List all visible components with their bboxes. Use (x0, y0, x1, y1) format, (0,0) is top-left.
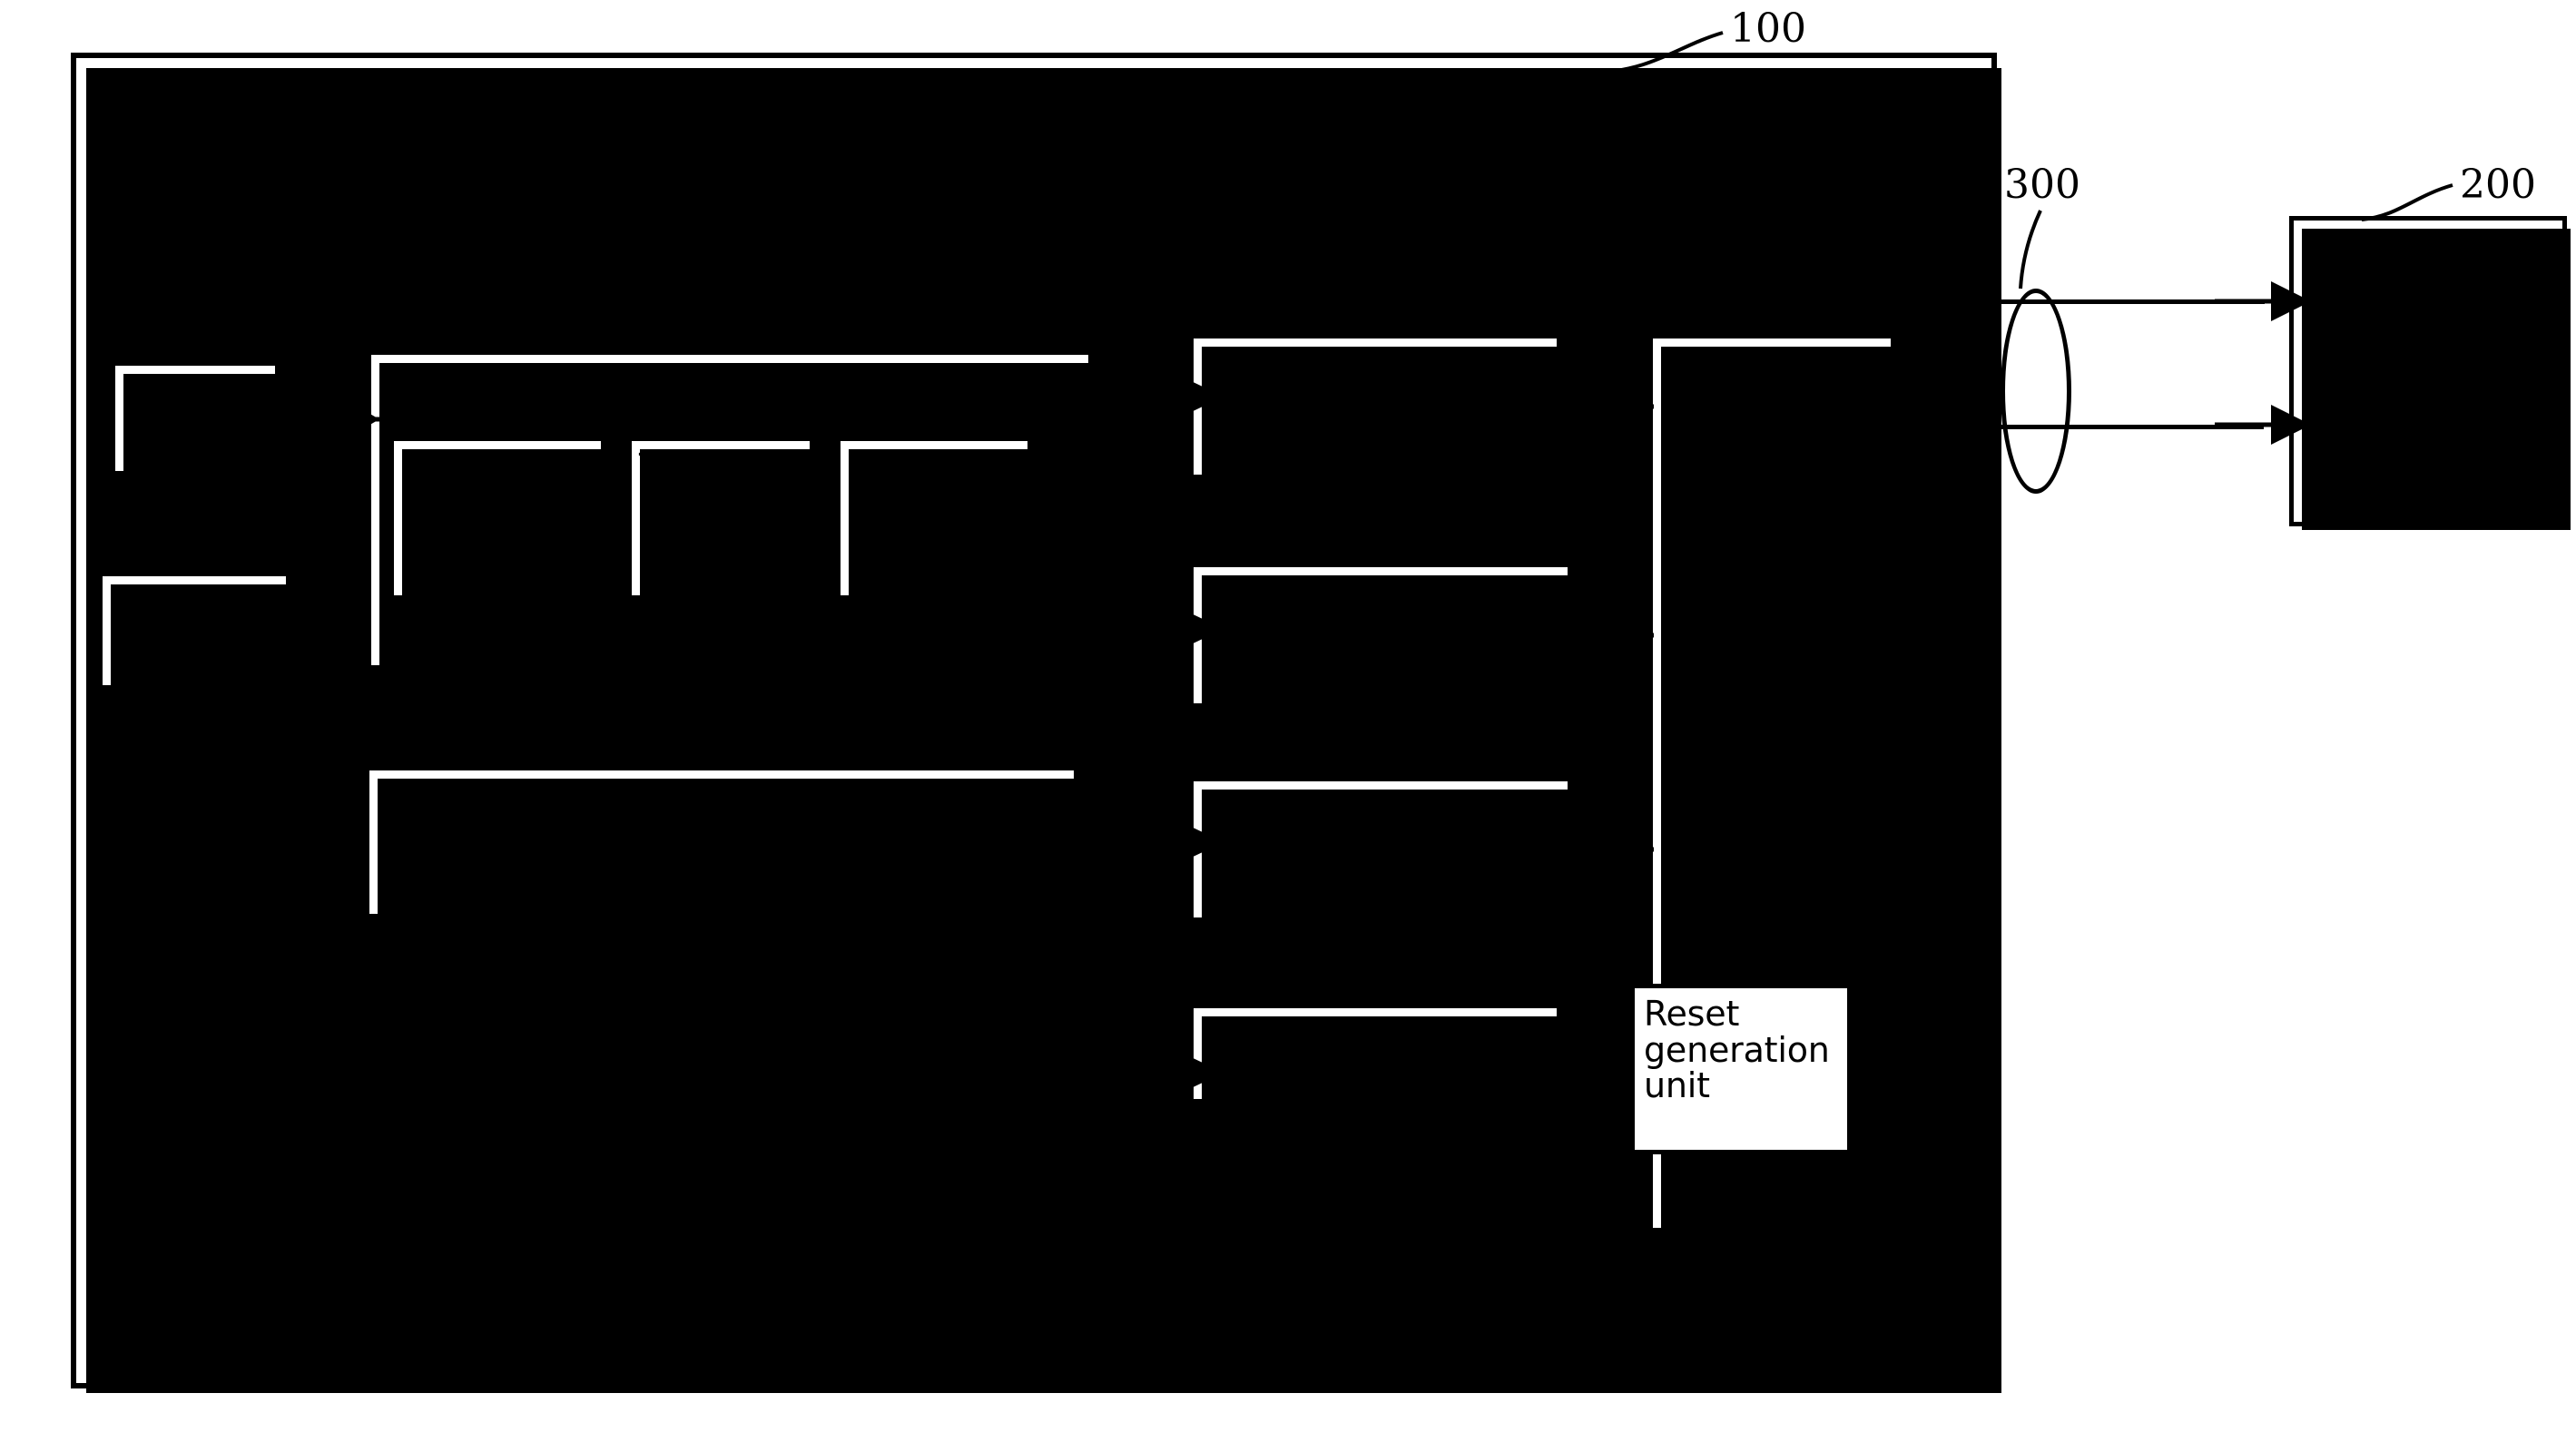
ref-126: 126 (1378, 946, 1454, 992)
storage-unit-label: Storage unit (115, 582, 253, 660)
bus-to-second-auth-unit-arrow (1124, 611, 1224, 647)
ref-124: 124 (1376, 508, 1452, 554)
bus-to-timer-unit-arrow (1124, 1055, 1224, 1091)
first-authentication-unit-label: First authentication unit (1206, 344, 1461, 459)
ref-125: 125 (1378, 722, 1454, 769)
ddc-unit-label: DDC unit (1666, 344, 1828, 386)
ddc-io-right-arrowhead (2215, 405, 2311, 445)
bus-to-first-auth-unit-arrow (1124, 378, 1224, 415)
timer-unit-label: Timer unit (1283, 1032, 1468, 1074)
leader-123 (1286, 301, 1373, 338)
authentication-processing-apparatus-title: Authentication processing apparatus (338, 238, 836, 323)
register-unit-label: Register unit (384, 360, 614, 402)
ddc-out-to-receiving-device-arrowhead (2215, 281, 2311, 321)
cpu-label: CPU (158, 397, 232, 439)
command-register-label: Command register (401, 446, 577, 523)
timer-register-block[interactable]: Timer register (628, 437, 818, 603)
figure-canvas: Sending device 100 Authentication proces… (0, 0, 2576, 1452)
cpu-to-register-unit-arrow (278, 399, 379, 439)
ref-123: 123 (1383, 278, 1460, 324)
leader-100 (1595, 31, 1724, 74)
data-register-label: Data register (848, 446, 979, 523)
leader-120 (1332, 180, 1442, 220)
third-auth-unit-to-ddc-unit-arrow (1570, 831, 1654, 868)
ref-131: 131 (1706, 869, 1783, 916)
second-auth-unit-to-ddc-unit-arrow (1570, 617, 1654, 653)
authentication-engine-label: Authentication engine (522, 820, 921, 863)
leader-200 (2361, 183, 2453, 221)
ref-127: 127 (1761, 276, 1837, 322)
data-register-block[interactable]: Data register (837, 437, 1036, 603)
ref-140: 140 (211, 701, 287, 747)
leader-121 (999, 303, 1084, 354)
reset-generation-unit-label: Reset generation unit (1644, 994, 1830, 1106)
bus-to-third-auth-unit-arrow (1124, 824, 1224, 860)
ref-200: 200 (2460, 162, 2536, 208)
receiving-device-block[interactable]: Receiving device (2289, 216, 2571, 530)
cpu-to-storage-unit-arrow (179, 472, 217, 574)
leader-300 (2019, 210, 2042, 289)
leader-122 (755, 922, 805, 964)
leader-126 (1281, 967, 1368, 1004)
second-authentication-unit-label: Second authentication unit (1206, 573, 1461, 688)
transmission-link-ellipse (2001, 289, 2071, 494)
sending-device-title: Sending device (107, 91, 400, 135)
leader-127 (1664, 299, 1751, 336)
storage-unit-block[interactable]: Storage unit (98, 572, 294, 693)
cpu-block[interactable]: CPU (111, 361, 283, 479)
first-auth-unit-to-ddc-unit-arrow (1559, 388, 1654, 425)
timer-register-label: Timer register (639, 446, 771, 523)
ref-121: 121 (995, 258, 1071, 304)
third-authentication-unit-label: Third authentication unit (1206, 787, 1461, 902)
second-authentication-unit-block[interactable]: Second authentication unit (1189, 563, 1576, 711)
leader-124 (1279, 530, 1366, 566)
reset-generation-unit-block[interactable]: Reset generation unit (1630, 984, 1852, 1154)
register-unit-to-auth-engine-arrow (696, 673, 734, 766)
ddc-io-left-arrowhead (1870, 405, 1962, 445)
leader-131 (1703, 917, 1735, 985)
receiving-device-label: Receiving device (2306, 267, 2482, 347)
third-authentication-unit-block[interactable]: Third authentication unit (1189, 777, 1576, 926)
ref-300: 300 (2004, 162, 2080, 208)
bus-to-ddc-unit-arrow (1545, 1168, 1645, 1204)
first-authentication-unit-block[interactable]: First authentication unit (1189, 334, 1565, 483)
timer-unit-block[interactable]: Timer unit (1189, 1004, 1565, 1107)
leader-125 (1281, 744, 1368, 780)
command-register-block[interactable]: Command register (390, 437, 609, 603)
authentication-engine-block[interactable]: Authentication engine (365, 766, 1082, 922)
